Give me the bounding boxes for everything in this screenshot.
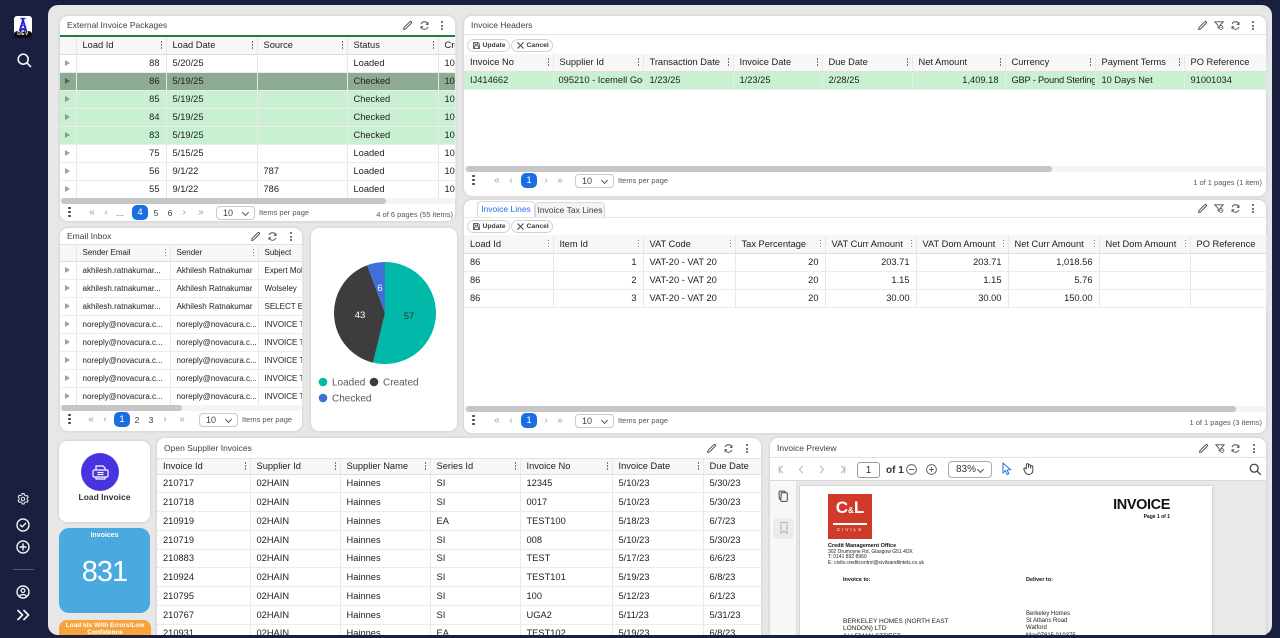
svg-text:Loaded: Loaded — [332, 378, 365, 389]
svg-text:Created: Created — [383, 378, 419, 389]
svg-text:57: 57 — [404, 311, 415, 322]
svg-text:6: 6 — [377, 283, 382, 294]
svg-text:Checked: Checked — [332, 394, 371, 405]
svg-text:43: 43 — [355, 310, 366, 321]
